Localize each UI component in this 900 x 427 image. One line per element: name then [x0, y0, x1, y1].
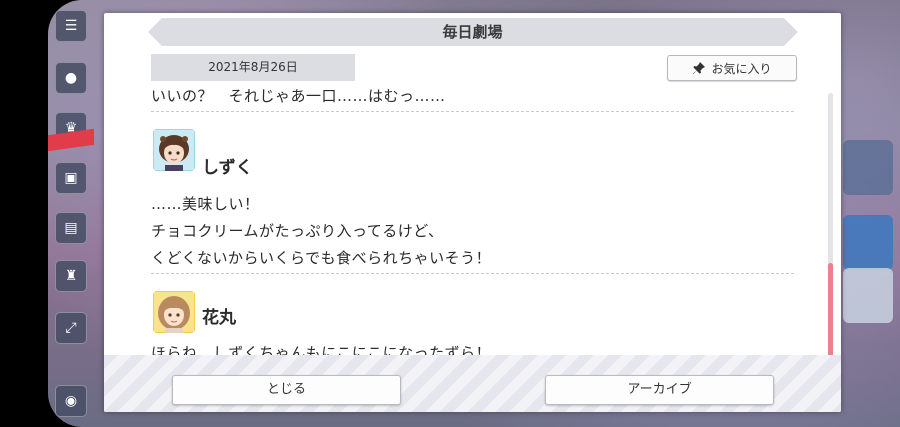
dialogue-line: ……美味しい！	[151, 195, 260, 213]
scrollbar[interactable]	[828, 93, 833, 368]
present-icon[interactable]: ▣	[55, 162, 87, 194]
avatar-shizuku	[153, 129, 195, 171]
profile-icon[interactable]: ◉	[55, 385, 87, 417]
menu-icon[interactable]: ☰	[55, 10, 87, 42]
dialogue-line: くどくないからいくらでも食べられちゃいそう！	[151, 249, 492, 267]
separator	[151, 273, 794, 274]
scrollbar-thumb[interactable]	[828, 263, 833, 368]
speaker-name: しずく	[202, 158, 253, 178]
pin-icon	[692, 61, 706, 75]
dialog-footer: とじる アーカイブ	[104, 355, 841, 412]
expand-icon[interactable]: ⤢	[55, 312, 87, 344]
daily-theater-dialog: 毎日劇場 2021年8月26日 お気に入り いいの？ それじゃあ一口……はむっ……	[104, 13, 841, 412]
avatar-hanamaru	[153, 291, 195, 333]
archive-button[interactable]: アーカイブ	[545, 375, 774, 405]
dialogue-line: ほらね、しずくちゃんもにこにこになったずら！	[151, 344, 492, 355]
separator	[151, 111, 794, 112]
dialogue-line: チョコクリームがたっぷり入ってるけど、	[151, 222, 444, 240]
right-panel-deco	[843, 215, 893, 270]
right-panel-deco	[843, 140, 893, 195]
date-label: 2021年8月26日	[151, 54, 355, 81]
dialog-title: 毎日劇場	[442, 23, 503, 41]
dialogue-scroll-area[interactable]: いいの？ それじゃあ一口……はむっ…… しずく ……美味しい！ チョコクリームが…	[104, 89, 841, 355]
right-panel-deco	[843, 268, 893, 323]
board-icon[interactable]: ▤	[55, 212, 87, 244]
chat-icon[interactable]: ●	[55, 62, 87, 94]
favorite-button[interactable]: お気に入り	[667, 55, 797, 81]
close-button[interactable]: とじる	[172, 375, 401, 405]
dialogue-line: いいの？ それじゃあ一口……はむっ……	[151, 89, 446, 105]
speaker-name: 花丸	[202, 308, 236, 328]
trophy-icon[interactable]: ♜	[55, 260, 87, 292]
favorite-label: お気に入り	[711, 61, 772, 76]
